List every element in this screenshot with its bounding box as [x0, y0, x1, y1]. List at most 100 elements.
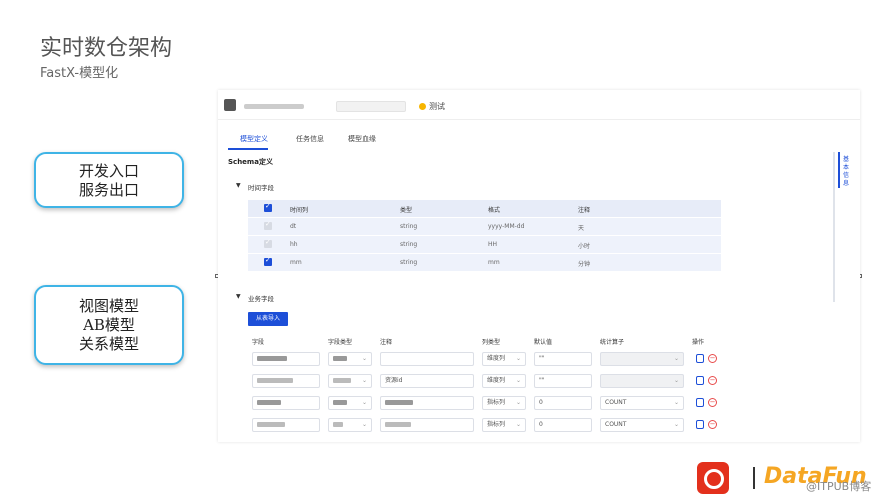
side-panel-label: 基本信息 — [842, 156, 849, 187]
column-header: 格式 — [488, 207, 501, 214]
callout-line: 视图模型 — [78, 297, 139, 315]
column-type-select[interactable]: 指标列 ⌄ — [482, 396, 526, 410]
model-selector[interactable] — [336, 101, 406, 112]
copy-icon[interactable] — [696, 354, 704, 363]
select-all-checkbox[interactable] — [264, 202, 272, 212]
tab-model-definition[interactable]: 模型定义 — [240, 134, 268, 144]
env-label: 测试 — [429, 102, 445, 111]
cell: 小时 — [578, 243, 591, 250]
remove-icon[interactable]: − — [708, 420, 717, 429]
cell: HH — [488, 241, 498, 248]
biz-table-header: 字段 字段类型 注释 列类型 默认值 统计算子 操作 — [248, 334, 718, 348]
biz-row: ⌄ 资源id 维度列 ⌄ "" ⌄ − — [248, 372, 718, 390]
column-type-value: 指标列 — [487, 399, 506, 406]
column-type-value: 维度列 — [487, 355, 506, 362]
column-type-value: 维度列 — [487, 377, 506, 384]
cell: yyyy-MM-dd — [488, 223, 525, 230]
cell: string — [400, 259, 418, 266]
comment-input[interactable] — [380, 396, 474, 410]
field-type-select[interactable]: ⌄ — [328, 396, 372, 410]
aggregator-select[interactable]: ⌄ — [600, 352, 684, 366]
biz-row: ⌄ 指标列 ⌄ 0 COUNT ⌄ − — [248, 416, 718, 434]
default-value-input[interactable]: "" — [534, 352, 592, 366]
comment-input[interactable] — [380, 418, 474, 432]
callout-line: AB模型 — [83, 316, 135, 334]
env-status-icon — [419, 103, 426, 110]
column-type-select[interactable]: 维度列 ⌄ — [482, 352, 526, 366]
callout-entry-exit: 开发入口 服务出口 — [34, 152, 184, 208]
table-row: hh string HH 小时 — [248, 236, 721, 253]
aggregator-select[interactable]: COUNT ⌄ — [600, 396, 684, 410]
collapse-arrow-icon[interactable]: ▼ — [236, 182, 241, 189]
table-row: mm string mm 分钟 — [248, 254, 721, 271]
column-header: 时间列 — [290, 207, 309, 214]
field-name-input[interactable] — [252, 418, 320, 432]
logo-divider — [753, 467, 755, 489]
copy-icon[interactable] — [696, 420, 704, 429]
cell: mm — [488, 259, 500, 266]
breadcrumb-blurred — [244, 104, 304, 109]
column-header: 统计算子 — [600, 339, 625, 346]
callout-line: 关系模型 — [78, 335, 139, 353]
copy-icon[interactable] — [696, 398, 704, 407]
copy-icon[interactable] — [696, 376, 704, 385]
watermark: @ITPUB博客 — [806, 480, 872, 493]
cell: string — [400, 241, 418, 248]
table-header: 时间列 类型 格式 注释 — [248, 200, 721, 217]
field-type-select[interactable]: ⌄ — [328, 352, 372, 366]
cell: string — [400, 223, 418, 230]
callout-line: 开发入口 — [78, 162, 139, 180]
default-value-input[interactable]: 0 — [534, 418, 592, 432]
callout-line: 服务出口 — [78, 181, 139, 199]
cell: 分钟 — [578, 261, 591, 268]
remove-icon[interactable]: − — [708, 376, 717, 385]
aggregator-select[interactable]: COUNT ⌄ — [600, 418, 684, 432]
callout-models: 视图模型 AB模型 关系模型 — [34, 285, 184, 365]
field-name-input[interactable] — [252, 396, 320, 410]
aggregator-value: COUNT — [605, 421, 627, 428]
column-header: 注释 — [578, 207, 591, 214]
aggregator-select[interactable]: ⌄ — [600, 374, 684, 388]
default-value-input[interactable]: "" — [534, 374, 592, 388]
remove-icon[interactable]: − — [708, 354, 717, 363]
column-header: 注释 — [380, 339, 393, 346]
active-tab-indicator — [228, 148, 268, 150]
import-from-table-button[interactable]: 从表导入 — [248, 312, 288, 326]
biz-section-title: 业务字段 — [248, 295, 274, 303]
schema-title: Schema定义 — [228, 158, 273, 166]
column-type-value: 指标列 — [487, 421, 506, 428]
app-logo-icon — [224, 99, 236, 111]
table-row: dt string yyyy-MM-dd 天 — [248, 218, 721, 235]
scrollbar[interactable] — [833, 152, 835, 302]
default-value-input[interactable]: 0 — [534, 396, 592, 410]
aggregator-value: COUNT — [605, 399, 627, 406]
remove-icon[interactable]: − — [708, 398, 717, 407]
tab-task-info[interactable]: 任务信息 — [296, 134, 324, 144]
column-type-select[interactable]: 维度列 ⌄ — [482, 374, 526, 388]
cell: 天 — [578, 225, 585, 232]
collapse-arrow-icon[interactable]: ▼ — [236, 293, 241, 300]
cell: mm — [290, 259, 302, 266]
field-name-input[interactable] — [252, 374, 320, 388]
field-name-input[interactable] — [252, 352, 320, 366]
biz-row: ⌄ 维度列 ⌄ "" ⌄ − — [248, 350, 718, 368]
column-header: 字段 — [252, 339, 265, 346]
side-panel-basic-info[interactable]: 基本信息 — [838, 152, 852, 188]
row-checkbox — [264, 220, 272, 230]
row-checkbox[interactable] — [264, 256, 272, 266]
field-type-select[interactable]: ⌄ — [328, 418, 372, 432]
cell: hh — [290, 241, 298, 248]
comment-input[interactable] — [380, 352, 474, 366]
row-checkbox — [264, 238, 272, 248]
biz-row: ⌄ 指标列 ⌄ 0 COUNT ⌄ − — [248, 394, 718, 412]
column-header: 字段类型 — [328, 339, 353, 346]
column-header: 类型 — [400, 207, 413, 214]
time-section-title: 时间字段 — [248, 184, 274, 192]
tab-model-lineage[interactable]: 模型血缘 — [348, 134, 376, 144]
cell: dt — [290, 223, 297, 230]
column-header: 列类型 — [482, 339, 501, 346]
column-type-select[interactable]: 指标列 ⌄ — [482, 418, 526, 432]
comment-input[interactable]: 资源id — [380, 374, 474, 388]
app-screenshot: 测试 模型定义 任务信息 模型血缘 Schema定义 ▼ 时间字段 时间列 类型… — [218, 90, 860, 442]
field-type-select[interactable]: ⌄ — [328, 374, 372, 388]
